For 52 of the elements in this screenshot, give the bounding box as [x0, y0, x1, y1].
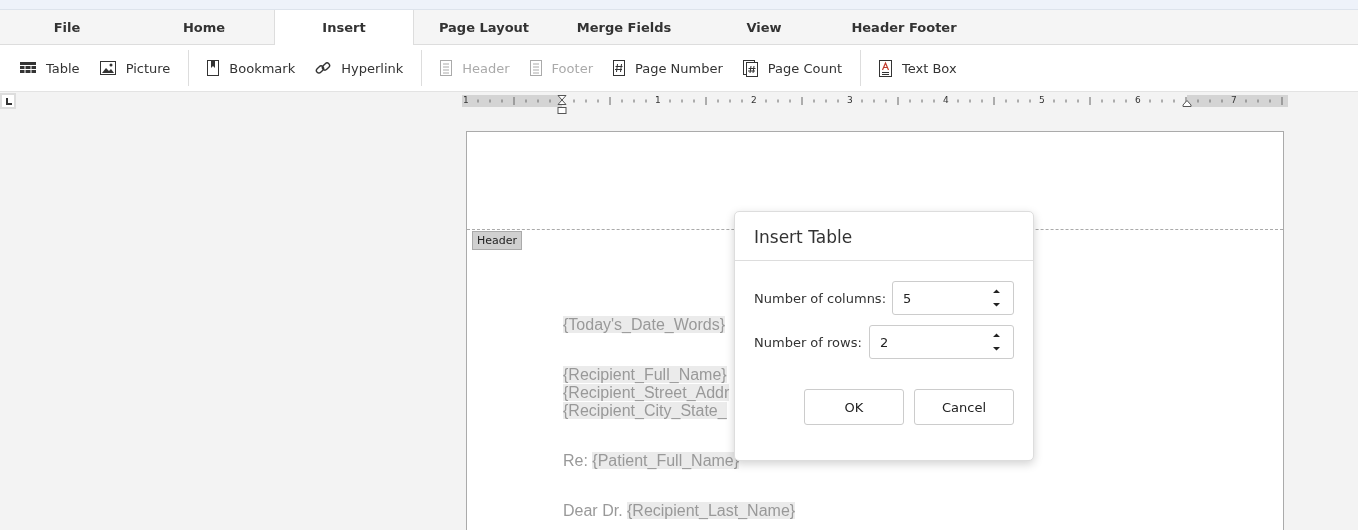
right-indent-marker[interactable] — [1182, 100, 1192, 107]
dialog-title: Insert Table — [735, 212, 1033, 261]
ruler-number: 7 — [1231, 94, 1237, 106]
text-box-icon — [879, 59, 893, 77]
ruler-number: 1 — [655, 94, 661, 106]
ruler-number: 4 — [943, 94, 949, 106]
merge-field: {Recipient_City_State_ — [563, 402, 727, 419]
ribbon-tab[interactable]: Page Layout — [414, 10, 554, 44]
spin-arrows-icon[interactable] — [992, 288, 1001, 308]
hash-page-icon — [613, 60, 625, 76]
link-icon — [315, 60, 332, 76]
document-icon — [529, 60, 542, 76]
ruler-number: 2 — [751, 94, 757, 106]
ruler-number: 3 — [847, 94, 853, 106]
toolbar-button[interactable]: Picture — [89, 54, 181, 82]
ribbon-tab[interactable]: View — [694, 10, 834, 44]
merge-field: {Patient_Full_Name} — [592, 452, 740, 469]
toolbar-button[interactable]: Text Box — [869, 53, 967, 83]
merge-field: {Recipient_Full_Name} — [563, 366, 727, 383]
ruler-number: 6 — [1135, 94, 1141, 106]
bookmark-icon — [207, 60, 220, 76]
ribbon-tab[interactable]: File — [0, 10, 134, 44]
ribbon-tab[interactable]: Merge Fields — [554, 10, 694, 44]
number-field[interactable]: 2 — [869, 325, 1014, 359]
table-icon — [20, 61, 36, 75]
indent-marker[interactable] — [557, 95, 567, 114]
ribbon-tab[interactable]: Insert — [274, 10, 414, 45]
field-label: Number of rows: — [754, 334, 862, 350]
toolbar-button[interactable]: Table — [10, 54, 90, 82]
spin-arrows-icon[interactable] — [992, 332, 1001, 352]
body-text: Re: — [563, 452, 589, 469]
merge-field: {Recipient_Street_Addr — [563, 384, 730, 401]
dialog-button[interactable]: Cancel — [914, 389, 1014, 425]
toolbar-button[interactable]: Bookmark — [197, 54, 306, 82]
image-icon — [99, 61, 116, 75]
tab-stop-button[interactable] — [0, 93, 16, 109]
toolbar-button[interactable]: Hyperlink — [305, 54, 414, 82]
field-label: Number of columns: — [754, 290, 887, 306]
number-field[interactable]: 5 — [892, 281, 1014, 315]
ribbon-tab[interactable]: Header Footer — [834, 10, 974, 44]
document-icon — [440, 60, 453, 76]
ruler-number: 1 — [463, 94, 469, 106]
header-label: Header — [472, 231, 523, 250]
ribbon-tab[interactable]: Home — [134, 10, 274, 44]
toolbar-button[interactable]: Page Number — [603, 54, 733, 82]
merge-field: {Today's_Date_Words} — [563, 316, 725, 333]
merge-field: {Recipient_Last_Name} — [627, 502, 796, 519]
toolbar-button[interactable]: Page Count — [732, 53, 853, 83]
ruler-number: 5 — [1039, 94, 1045, 106]
body-text: Dear Dr. — [563, 502, 624, 519]
hash-pages-icon — [742, 59, 758, 77]
dialog-button[interactable]: OK — [804, 389, 904, 425]
